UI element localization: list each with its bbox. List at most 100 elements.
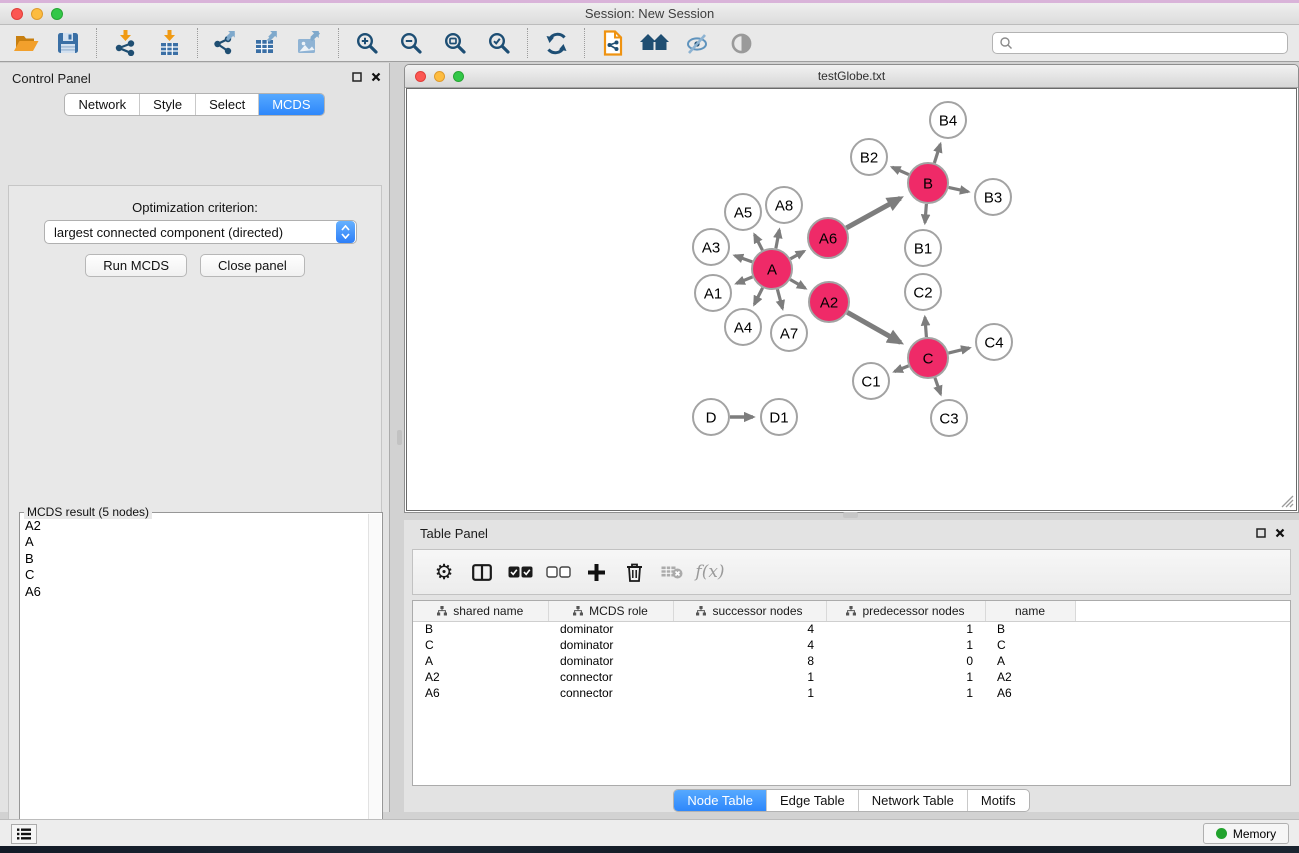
graph-node-C[interactable]: C: [908, 338, 948, 378]
column-header-shared-name[interactable]: shared name: [413, 601, 548, 621]
column-header-name[interactable]: name: [985, 601, 1075, 621]
graph-edge-A-A6[interactable]: [790, 251, 804, 259]
graph-node-A2[interactable]: A2: [809, 282, 849, 322]
home-button[interactable]: [637, 27, 673, 59]
table-cell[interactable]: 1: [673, 669, 826, 685]
table-cell[interactable]: 1: [826, 621, 985, 637]
table-cell[interactable]: 0: [826, 653, 985, 669]
graph-edge-A-A3[interactable]: [735, 256, 752, 262]
graph-node-C3[interactable]: C3: [931, 400, 967, 436]
graph-edge-B-B1[interactable]: [925, 204, 926, 223]
search-input[interactable]: [1013, 34, 1287, 52]
table-cell[interactable]: A: [413, 653, 548, 669]
table-settings-button[interactable]: ⚙: [425, 554, 463, 590]
refresh-button[interactable]: [538, 27, 574, 59]
column-header-predecessor-nodes[interactable]: predecessor nodes: [826, 601, 985, 621]
graph-edge-A-A8[interactable]: [776, 230, 779, 248]
table-cell[interactable]: A2: [985, 669, 1075, 685]
graph-edge-A2-C[interactable]: [847, 312, 900, 342]
graph-edge-C-C1[interactable]: [895, 366, 909, 372]
table-cell[interactable]: dominator: [548, 637, 673, 653]
graph-node-A7[interactable]: A7: [771, 315, 807, 351]
show-panel-eye-button[interactable]: [723, 27, 759, 59]
graph-node-A8[interactable]: A8: [766, 187, 802, 223]
graph-edge-B-B2[interactable]: [892, 167, 909, 174]
table-cell[interactable]: A2: [413, 669, 548, 685]
graph-node-A4[interactable]: A4: [725, 309, 761, 345]
table-row[interactable]: A6connector11A6: [413, 685, 1290, 701]
graph-edge-B-B3[interactable]: [949, 187, 969, 191]
table-row[interactable]: Adominator80A: [413, 653, 1290, 669]
deselect-all-button[interactable]: [539, 554, 577, 590]
graph-node-D1[interactable]: D1: [761, 399, 797, 435]
table-cell[interactable]: A6: [413, 685, 548, 701]
graph-edge-A-A4[interactable]: [754, 288, 762, 305]
tab-network[interactable]: Network: [65, 94, 139, 115]
graph-node-B4[interactable]: B4: [930, 102, 966, 138]
task-history-button[interactable]: [11, 824, 37, 844]
table-cell[interactable]: B: [985, 621, 1075, 637]
close-panel-icon[interactable]: [371, 72, 381, 82]
table-cell[interactable]: 1: [826, 685, 985, 701]
close-panel-button[interactable]: Close panel: [200, 254, 305, 277]
tab-select[interactable]: Select: [195, 94, 258, 115]
table-cell[interactable]: B: [413, 621, 548, 637]
graph-edge-A-A5[interactable]: [754, 235, 762, 251]
mcds-result-item[interactable]: A: [25, 534, 368, 550]
graph-node-C2[interactable]: C2: [905, 274, 941, 310]
table-row[interactable]: Cdominator41C: [413, 637, 1290, 653]
mcds-result-item[interactable]: C: [25, 567, 368, 583]
graph-node-A6[interactable]: A6: [808, 218, 848, 258]
graph-edge-A-A1[interactable]: [736, 277, 752, 284]
table-cell[interactable]: 8: [673, 653, 826, 669]
graph-node-C4[interactable]: C4: [976, 324, 1012, 360]
table-row[interactable]: A2connector11A2: [413, 669, 1290, 685]
clone-network-button[interactable]: [595, 27, 631, 59]
zoom-in-button[interactable]: [349, 27, 385, 59]
graph-edge-A6-B[interactable]: [846, 198, 900, 228]
tab-mcds[interactable]: MCDS: [258, 94, 323, 115]
select-all-button[interactable]: [501, 554, 539, 590]
add-column-button[interactable]: [577, 554, 615, 590]
import-table-button[interactable]: [151, 27, 187, 59]
table-cell[interactable]: connector: [548, 669, 673, 685]
zoom-selected-button[interactable]: [481, 27, 517, 59]
hide-panel-eye-button[interactable]: [679, 27, 715, 59]
tab-node-table[interactable]: Node Table: [674, 790, 766, 811]
search-field[interactable]: [992, 32, 1288, 54]
table-cell[interactable]: A: [985, 653, 1075, 669]
export-image-button[interactable]: [292, 27, 328, 59]
network-canvas[interactable]: B4B2BB3A5A8A6A3B1AA1C2A2A4A7CC4C1C3DD1: [406, 88, 1297, 511]
zoom-out-button[interactable]: [393, 27, 429, 59]
close-table-panel-icon[interactable]: [1275, 528, 1285, 538]
graph-node-A5[interactable]: A5: [725, 194, 761, 230]
optimization-select[interactable]: largest connected component (directed): [44, 220, 357, 244]
show-columns-button[interactable]: [463, 554, 501, 590]
horizontal-splitter-handle[interactable]: [843, 512, 858, 518]
graph-edge-C-C3[interactable]: [935, 378, 941, 394]
network-graph[interactable]: B4B2BB3A5A8A6A3B1AA1C2A2A4A7CC4C1C3DD1: [407, 89, 1297, 511]
table-cell[interactable]: 4: [673, 621, 826, 637]
delete-table-button[interactable]: [653, 554, 691, 590]
memory-button[interactable]: Memory: [1203, 823, 1289, 844]
mcds-result-item[interactable]: A2: [25, 518, 368, 534]
table-cell[interactable]: C: [985, 637, 1075, 653]
graph-node-A3[interactable]: A3: [693, 229, 729, 265]
graph-edge-C-C2[interactable]: [925, 317, 926, 337]
resize-grip-icon[interactable]: [1281, 495, 1294, 508]
table-cell[interactable]: 4: [673, 637, 826, 653]
save-session-button[interactable]: [50, 27, 86, 59]
import-network-button[interactable]: [107, 27, 143, 59]
float-table-panel-icon[interactable]: [1256, 528, 1266, 538]
table-cell[interactable]: C: [413, 637, 548, 653]
result-scrollbar[interactable]: [368, 514, 381, 853]
table-cell[interactable]: connector: [548, 685, 673, 701]
tab-motifs[interactable]: Motifs: [967, 790, 1029, 811]
graph-node-B1[interactable]: B1: [905, 230, 941, 266]
vertical-splitter-handle[interactable]: [397, 430, 402, 445]
mcds-result-item[interactable]: A6: [25, 584, 368, 600]
table-row[interactable]: Bdominator41B: [413, 621, 1290, 637]
column-header-MCDS-role[interactable]: MCDS role: [548, 601, 673, 621]
graph-node-A1[interactable]: A1: [695, 275, 731, 311]
graph-edge-A-A7[interactable]: [777, 289, 782, 308]
